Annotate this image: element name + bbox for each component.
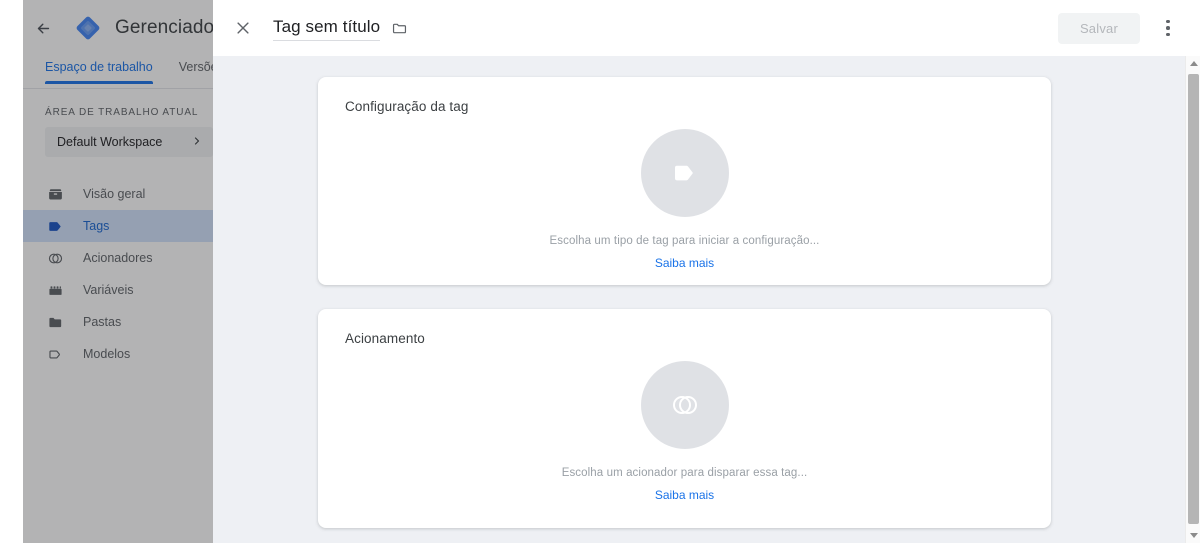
workspace-selector-section: ÁREA DE TRABALHO ATUAL Default Workspace [23,89,213,157]
card-title: Configuração da tag [345,99,469,114]
dialog-title-group: Tag sem título [273,16,408,41]
folder-icon [45,312,65,332]
tag-editor-dialog: Tag sem título Salvar Configuração da ta… [213,0,1200,543]
sidebar-item-label: Tags [83,219,110,233]
triggering-empty-state: Escolha um acionador para disparar essa … [318,361,1051,502]
workspace-name: Default Workspace [57,135,163,149]
sidebar-item-variables[interactable]: Variáveis [23,274,213,306]
workspace-tabbar: Espaço de trabalho Versõe [23,56,213,89]
dialog-header: Tag sem título Salvar [213,0,1200,57]
save-button[interactable]: Salvar [1057,12,1140,44]
trigger-icon [45,248,65,268]
tag-outline-icon [640,129,729,217]
back-arrow-icon[interactable] [31,16,55,40]
more-vert-icon[interactable] [1150,10,1186,46]
sidebar-item-overview[interactable]: Visão geral [23,178,213,210]
empty-state-text: Escolha um acionador para disparar essa … [561,467,808,479]
triggering-card[interactable]: Acionamento Escolha um acionador para di… [318,309,1051,528]
sidebar-item-tags[interactable]: Tags [23,210,213,242]
dialog-header-actions: Salvar [1057,10,1200,46]
workspace-selector[interactable]: Default Workspace [45,127,213,157]
tag-icon [45,216,65,236]
app-topbar: Gerenciador d [23,0,213,57]
card-title: Acionamento [345,331,425,346]
empty-state-text: Escolha um tipo de tag para iniciar a co… [549,235,820,247]
tag-name-input[interactable]: Tag sem título [273,16,381,41]
sidebar-item-templates[interactable]: Modelos [23,338,213,370]
trigger-outline-icon [640,361,729,449]
sidebar-item-label: Acionadores [83,251,153,265]
learn-more-link[interactable]: Saiba mais [655,256,714,270]
sidebar-item-label: Pastas [83,315,122,329]
template-icon [45,344,65,364]
chevron-right-icon [191,135,203,149]
scroll-up-arrow-icon[interactable] [1186,56,1200,71]
gtm-logo-icon [75,15,101,41]
close-icon[interactable] [230,15,256,41]
sidebar-item-label: Modelos [83,347,131,361]
sidebar-item-label: Visão geral [83,187,146,201]
tab-versions[interactable]: Versõe [179,56,213,83]
sidebar-item-triggers[interactable]: Acionadores [23,242,213,274]
overview-icon [45,184,65,204]
tab-workspace[interactable]: Espaço de trabalho [45,56,153,84]
gtm-app-window: Gerenciador d Espaço de trabalho Versõe … [0,0,1200,543]
learn-more-link[interactable]: Saiba mais [655,488,714,502]
folder-icon[interactable] [391,20,408,37]
tag-configuration-empty-state: Escolha um tipo de tag para iniciar a co… [318,129,1051,270]
sidebar-item-folders[interactable]: Pastas [23,306,213,338]
scroll-down-arrow-icon[interactable] [1186,528,1200,543]
dialog-body: Configuração da tag Escolha um tipo de t… [213,56,1200,543]
sidebar-nav: Visão geral Tags Acionadores Variáveis P… [23,178,213,370]
background-app: Gerenciador d Espaço de trabalho Versõe … [23,0,213,543]
app-brand-title: Gerenciador d [115,17,213,38]
variables-icon [45,280,65,300]
tag-configuration-card[interactable]: Configuração da tag Escolha um tipo de t… [318,77,1051,285]
sidebar-item-label: Variáveis [83,283,134,297]
dialog-scrollbar[interactable] [1185,56,1200,543]
scrollbar-thumb[interactable] [1188,74,1199,524]
workspace-section-label: ÁREA DE TRABALHO ATUAL [45,107,199,118]
